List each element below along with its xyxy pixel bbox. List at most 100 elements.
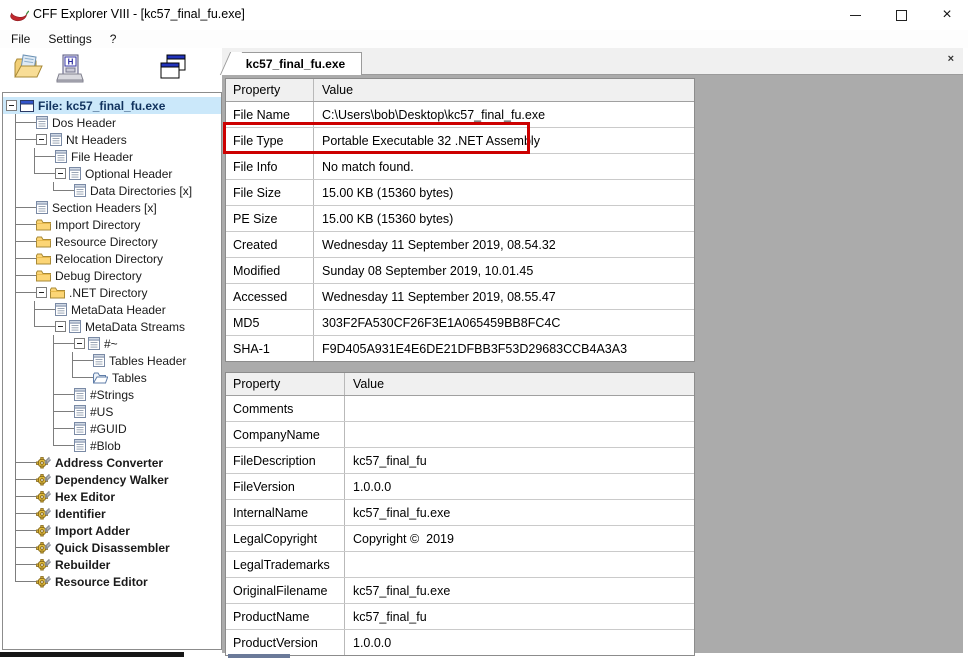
tree-item-item[interactable]: #~ (3, 335, 221, 352)
table-row-legaltrademarks[interactable]: LegalTrademarks (226, 552, 694, 578)
tree-item-metadata-header[interactable]: MetaData Header (3, 301, 221, 318)
table-row-file-size[interactable]: File Size15.00 KB (15360 bytes) (226, 180, 694, 206)
tree-guide (25, 301, 55, 318)
table-row-originalfilename[interactable]: OriginalFilenamekc57_final_fu.exe (226, 578, 694, 604)
value-cell (345, 422, 694, 447)
tree-item-file-header[interactable]: File Header (3, 148, 221, 165)
tree-item-quick-disassembler[interactable]: Quick Disassembler (3, 539, 221, 556)
tree-item-strings[interactable]: #Strings (3, 386, 221, 403)
property-cell: MD5 (226, 310, 314, 335)
tree-item-resource-editor[interactable]: Resource Editor (3, 573, 221, 590)
tree-item-net-directory[interactable]: .NET Directory (3, 284, 221, 301)
tree-item-address-converter[interactable]: Address Converter (3, 454, 221, 471)
tool-icon (36, 541, 51, 554)
tree-item-tables[interactable]: Tables (3, 369, 221, 386)
property-cell: ProductName (226, 604, 345, 629)
menu-file[interactable]: File (2, 31, 39, 47)
table-row-sha-1[interactable]: SHA-1F9D405A931E4E6DE21DFBB3F53D29683CCB… (226, 336, 694, 361)
tree-item-file-kc57-final-fu-exe[interactable]: File: kc57_final_fu.exe (3, 97, 221, 114)
tree-item-data-directories-x[interactable]: Data Directories [x] (3, 182, 221, 199)
table-row-internalname[interactable]: InternalNamekc57_final_fu.exe (226, 500, 694, 526)
tree-item-metadata-streams[interactable]: MetaData Streams (3, 318, 221, 335)
value-column-header: Value (314, 79, 694, 101)
collapse-toggle-icon[interactable] (36, 134, 47, 145)
maximize-button[interactable] (878, 0, 924, 30)
table-row-pe-size[interactable]: PE Size15.00 KB (15360 bytes) (226, 206, 694, 232)
tree-item-label: Dependency Walker (55, 473, 169, 487)
tool-icon (36, 490, 51, 503)
tree-item-us[interactable]: #US (3, 403, 221, 420)
tree-item-debug-directory[interactable]: Debug Directory (3, 267, 221, 284)
tree-item-rebuilder[interactable]: Rebuilder (3, 556, 221, 573)
table-row-file-info[interactable]: File InfoNo match found. (226, 154, 694, 180)
tree-item-label: Hex Editor (55, 490, 115, 504)
value-cell: Wednesday 11 September 2019, 08.54.32 (314, 232, 694, 257)
tree-guide (44, 182, 74, 199)
property-cell: InternalName (226, 500, 345, 525)
tree-guide (6, 471, 36, 488)
tree-item-tables-header[interactable]: Tables Header (3, 352, 221, 369)
tree-item-import-directory[interactable]: Import Directory (3, 216, 221, 233)
collapse-toggle-icon[interactable] (74, 338, 85, 349)
minimize-button[interactable] (832, 0, 878, 30)
tree-item-hex-editor[interactable]: Hex Editor (3, 488, 221, 505)
tree-guide (25, 165, 55, 182)
table-row-md5[interactable]: MD5303F2FA530CF26F3E1A065459BB8FC4C (226, 310, 694, 336)
tree-item-relocation-directory[interactable]: Relocation Directory (3, 250, 221, 267)
collapse-toggle-icon[interactable] (55, 168, 66, 179)
value-cell: kc57_final_fu.exe (345, 500, 694, 525)
value-cell: No match found. (314, 154, 694, 179)
table-row-fileversion[interactable]: FileVersion1.0.0.0 (226, 474, 694, 500)
close-button[interactable]: × (924, 0, 968, 30)
tree-item-import-adder[interactable]: Import Adder (3, 522, 221, 539)
table-row-comments[interactable]: Comments (226, 396, 694, 422)
tree-guide (25, 148, 55, 165)
table-row-filedescription[interactable]: FileDescriptionkc57_final_fu (226, 448, 694, 474)
open-file-icon[interactable] (13, 54, 43, 82)
value-cell: 303F2FA530CF26F3E1A065459BB8FC4C (314, 310, 694, 335)
menu-help[interactable]: ? (101, 31, 126, 47)
table-row-file-name[interactable]: File NameC:\Users\bob\Desktop\kc57_final… (226, 102, 694, 128)
tab-kc57-final-fu[interactable]: kc57_final_fu.exe (230, 52, 362, 75)
table-row-productname[interactable]: ProductNamekc57_final_fu (226, 604, 694, 630)
cascade-windows-icon[interactable] (158, 53, 188, 81)
doc-icon (74, 184, 86, 197)
tree-item-identifier[interactable]: Identifier (3, 505, 221, 522)
doc-icon (69, 167, 81, 180)
tree-item-optional-header[interactable]: Optional Header (3, 165, 221, 182)
collapse-toggle-icon[interactable] (36, 287, 47, 298)
tree-item-section-headers-x[interactable]: Section Headers [x] (3, 199, 221, 216)
table-row-created[interactable]: CreatedWednesday 11 September 2019, 08.5… (226, 232, 694, 258)
tab-strip: kc57_final_fu.exe × (222, 48, 963, 75)
app-chili-icon (9, 8, 29, 23)
table-row-modified[interactable]: ModifiedSunday 08 September 2019, 10.01.… (226, 258, 694, 284)
tree-item-label: Tables Header (109, 354, 186, 368)
menu-settings[interactable]: Settings (39, 31, 100, 47)
window-icon (20, 100, 34, 112)
value-cell: C:\Users\bob\Desktop\kc57_final_fu.exe (314, 102, 694, 127)
tree-guide (44, 437, 74, 454)
tree-guide (6, 420, 25, 437)
tree-item-nt-headers[interactable]: Nt Headers (3, 131, 221, 148)
tree-item-dependency-walker[interactable]: Dependency Walker (3, 471, 221, 488)
collapse-toggle-icon[interactable] (55, 321, 66, 332)
table-row-legalcopyright[interactable]: LegalCopyrightCopyright © 2019 (226, 526, 694, 552)
table-row-productversion[interactable]: ProductVersion1.0.0.0 (226, 630, 694, 655)
table-header: Property Value (226, 373, 694, 396)
value-cell (345, 552, 694, 577)
tree-item-dos-header[interactable]: Dos Header (3, 114, 221, 131)
table-row-file-type[interactable]: File TypePortable Executable 32 .NET Ass… (226, 128, 694, 154)
tree-item-blob[interactable]: #Blob (3, 437, 221, 454)
tree-item-resource-directory[interactable]: Resource Directory (3, 233, 221, 250)
save-file-icon[interactable]: H (56, 54, 84, 84)
collapse-toggle-icon[interactable] (6, 100, 17, 111)
table-row-companyname[interactable]: CompanyName (226, 422, 694, 448)
tree-item-label: #US (90, 405, 113, 419)
property-cell: Modified (226, 258, 314, 283)
tree-item-guid[interactable]: #GUID (3, 420, 221, 437)
tab-close-icon[interactable]: × (948, 53, 954, 65)
tree-guide (44, 386, 74, 403)
table-row-accessed[interactable]: AccessedWednesday 11 September 2019, 08.… (226, 284, 694, 310)
tree-guide (6, 284, 36, 301)
tree-item-label: Dos Header (52, 116, 116, 130)
